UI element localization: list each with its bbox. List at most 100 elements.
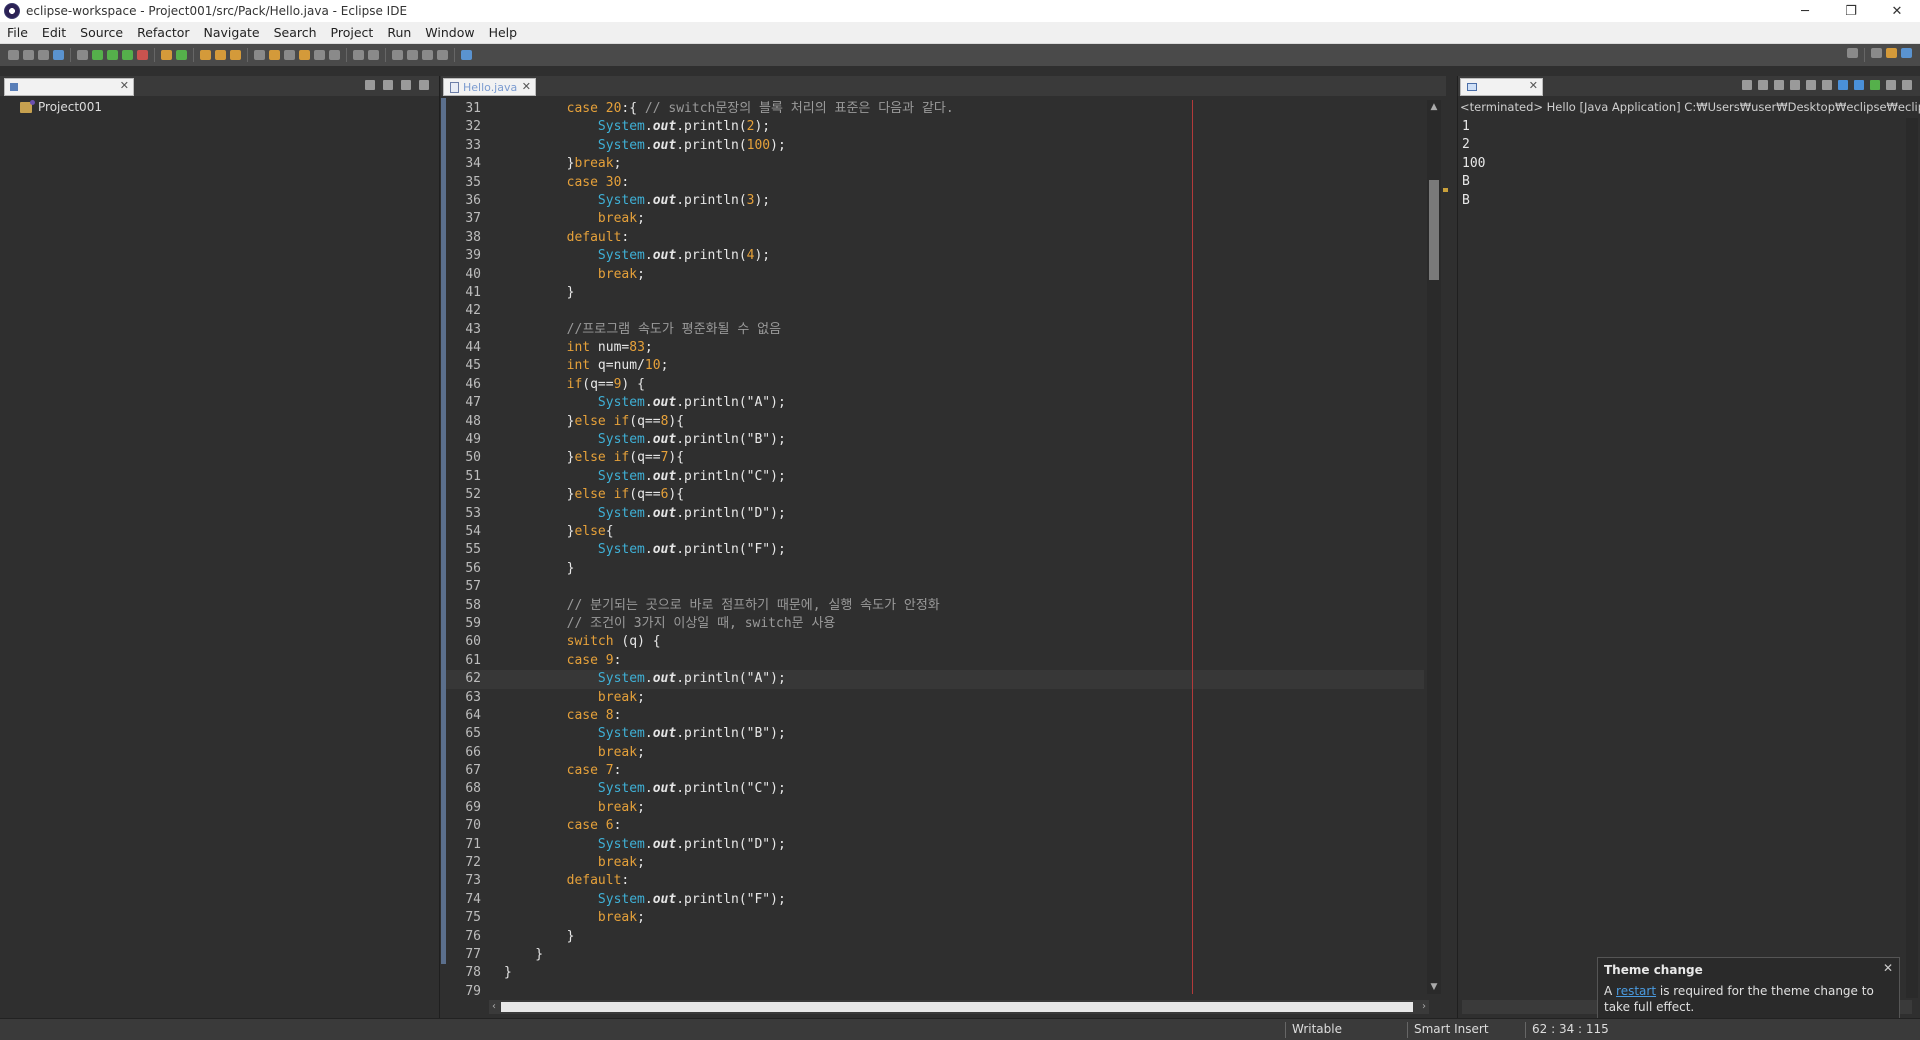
open-task-icon[interactable] [215,50,226,60]
filters-icon[interactable] [401,80,411,90]
remove-launch-icon[interactable] [1758,80,1768,90]
open-type-icon[interactable] [200,50,211,60]
new-icon[interactable] [8,50,19,60]
tree-item-project001[interactable]: Project001 [20,99,102,114]
search-toolbar-icon[interactable] [230,50,241,60]
code-line[interactable]: 51 System.out.println("C"); [446,468,1424,486]
forward-icon[interactable] [422,50,433,60]
menu-window[interactable]: Window [418,22,481,44]
code-line[interactable]: 77 } [446,946,1424,964]
previous-annotation-icon[interactable] [368,50,379,60]
code-line[interactable]: 48 }else if(q==8){ [446,413,1424,431]
code-line[interactable]: 42 [446,302,1424,320]
scroll-right-icon[interactable]: › [1419,1000,1429,1014]
pilcrow-icon[interactable] [329,50,340,60]
code-line[interactable]: 40 break; [446,266,1424,284]
clear-console-icon[interactable] [1790,80,1800,90]
code-line[interactable]: 63 break; [446,689,1424,707]
back-icon[interactable] [392,50,403,60]
code-line[interactable]: 76 } [446,928,1424,946]
menu-navigate[interactable]: Navigate [197,22,267,44]
terminate-icon[interactable] [1742,80,1752,90]
code-line[interactable]: 34 }break; [446,155,1424,173]
code-line[interactable]: 53 System.out.println("D"); [446,505,1424,523]
code-line[interactable]: 58 // 분기되는 곳으로 바로 점프하기 때문에, 실행 속도가 안정화 [446,597,1424,615]
restart-link[interactable]: restart [1616,984,1656,998]
collapse-all-icon[interactable] [365,80,375,90]
skip-breakpoints-icon[interactable] [77,50,88,60]
minimize-button[interactable]: ─ [1782,0,1828,22]
code-line[interactable]: 54 }else{ [446,523,1424,541]
code-line[interactable]: 69 break; [446,799,1424,817]
save-icon[interactable] [23,50,34,60]
code-text-area[interactable]: 31 case 20:{ // switch문장의 블록 처리의 표준은 다음과… [446,100,1424,999]
scroll-up-icon[interactable]: ▲ [1429,102,1439,112]
code-line[interactable]: 46 if(q==9) { [446,376,1424,394]
tab-hello-java[interactable]: Hello.java ✕ [443,78,536,96]
console-tab[interactable]: ✕ [1460,78,1543,96]
close-icon[interactable]: ✕ [1883,961,1893,975]
close-window-button[interactable]: ✕ [1874,0,1920,22]
link-with-editor-icon[interactable] [383,80,393,90]
restore-button[interactable]: ❐ [1828,0,1874,22]
word-wrap-icon[interactable] [314,50,325,60]
menu-run[interactable]: Run [380,22,418,44]
menu-source[interactable]: Source [73,22,130,44]
code-line[interactable]: 36 System.out.println(3); [446,192,1424,210]
terminal-icon[interactable] [53,50,64,60]
code-line[interactable]: 59 // 조건이 3가지 이상일 때, switch문 사용 [446,615,1424,633]
code-line[interactable]: 68 System.out.println("C"); [446,780,1424,798]
code-line[interactable]: 47 System.out.println("A"); [446,394,1424,412]
pin-editor-icon[interactable] [461,50,472,60]
console-output[interactable]: 1 2 100 B B [1462,118,1485,210]
code-line[interactable]: 41 } [446,284,1424,302]
code-line[interactable]: 44 int num=83; [446,339,1424,357]
view-menu-icon[interactable] [419,80,429,90]
code-line[interactable]: 71 System.out.println("D"); [446,836,1424,854]
new-java-package-icon[interactable] [161,50,172,60]
close-icon[interactable]: ✕ [1529,79,1538,92]
scrollbar-thumb[interactable] [501,1002,1413,1012]
code-line[interactable]: 64 case 8: [446,707,1424,725]
code-line[interactable]: 75 break; [446,909,1424,927]
code-line[interactable]: 55 System.out.println("F"); [446,541,1424,559]
menu-edit[interactable]: Edit [35,22,73,44]
code-line[interactable]: 33 System.out.println(100); [446,137,1424,155]
close-icon[interactable]: ✕ [522,80,531,93]
new-java-class-icon[interactable] [176,50,187,60]
display-selected-console-icon[interactable] [1886,80,1896,90]
java-perspective-icon[interactable] [1901,48,1912,58]
code-line[interactable]: 67 case 7: [446,762,1424,780]
scroll-down-icon[interactable]: ▼ [1429,982,1439,992]
back-dropdown-icon[interactable] [407,50,418,60]
code-line[interactable]: 60 switch (q) { [446,633,1424,651]
code-line[interactable]: 31 case 20:{ // switch문장의 블록 처리의 표준은 다음과… [446,100,1424,118]
package-explorer-tab[interactable]: ✕ [4,78,134,96]
code-line[interactable]: 37 break; [446,210,1424,228]
debug-icon[interactable] [92,50,103,60]
menu-refactor[interactable]: Refactor [130,22,196,44]
forward-dropdown-icon[interactable] [437,50,448,60]
remove-all-terminated-icon[interactable] [1774,80,1784,90]
code-line[interactable]: 32 System.out.println(2); [446,118,1424,136]
code-line[interactable]: 70 case 6: [446,817,1424,835]
block-selection-icon[interactable] [284,50,295,60]
show-whitespace-icon[interactable] [299,50,310,60]
toggle-mark-occurrences-icon[interactable] [254,50,265,60]
code-line[interactable]: 45 int q=num/10; [446,357,1424,375]
scroll-lock-icon[interactable] [1806,80,1816,90]
code-line[interactable]: 38 default: [446,229,1424,247]
menu-file[interactable]: File [0,22,35,44]
scrollbar-thumb[interactable] [1429,180,1439,280]
open-perspective-icon[interactable] [1871,48,1882,58]
overview-ruler-marker[interactable] [1443,188,1448,192]
external-tools-icon[interactable] [137,50,148,60]
code-line[interactable]: 50 }else if(q==7){ [446,449,1424,467]
menu-help[interactable]: Help [482,22,525,44]
menu-search[interactable]: Search [267,22,324,44]
code-line[interactable]: 73 default: [446,872,1424,890]
code-line[interactable]: 79 [446,983,1424,1001]
console-vertical-scrollbar[interactable] [1906,118,1918,998]
code-line[interactable]: 49 System.out.println("B"); [446,431,1424,449]
menu-project[interactable]: Project [324,22,381,44]
